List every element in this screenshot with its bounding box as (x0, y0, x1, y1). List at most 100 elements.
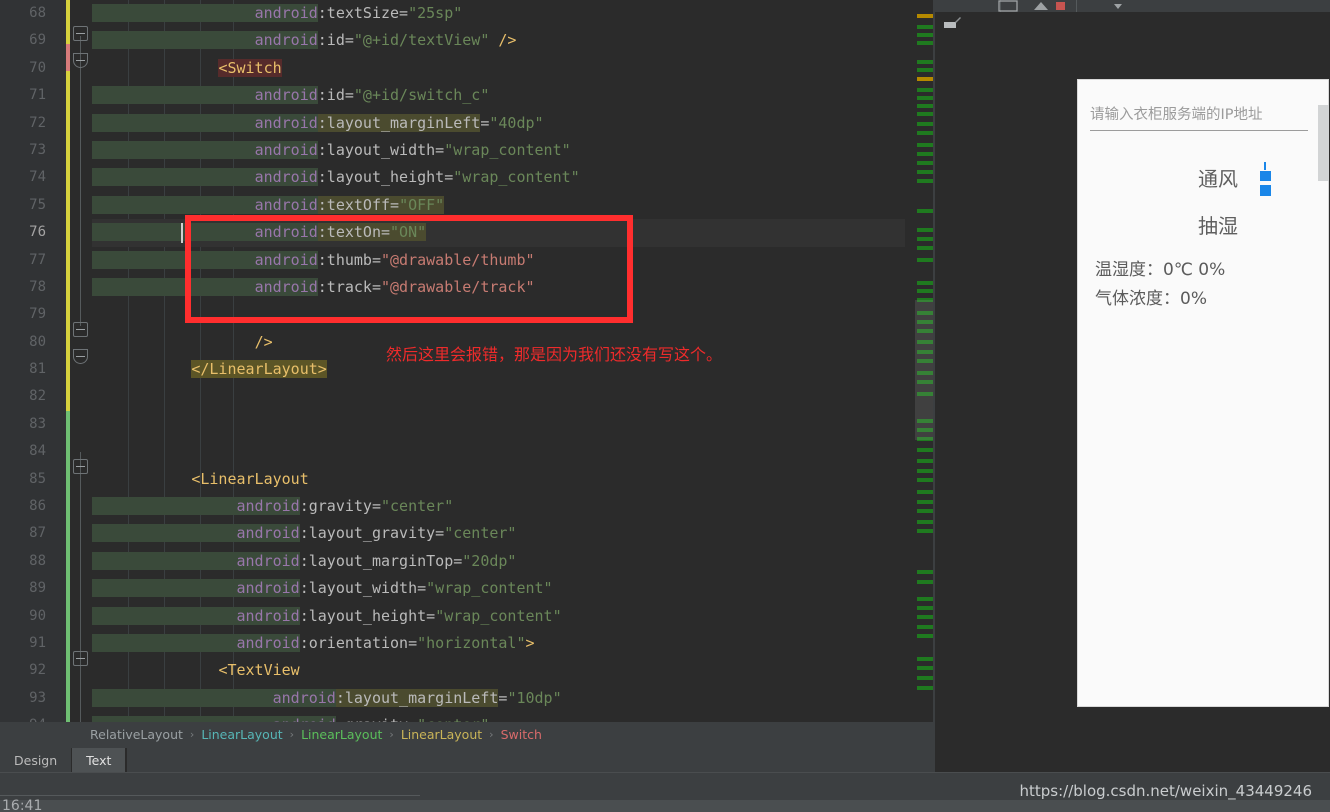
editor-scrollbar-thumb[interactable] (915, 300, 935, 440)
line-number: 68 (0, 0, 56, 27)
line-number: 82 (0, 383, 56, 410)
line-number: 87 (0, 520, 56, 547)
tab-design[interactable]: Design (0, 748, 72, 772)
code-line: android:layout_height="wrap_content" (92, 603, 905, 630)
breadcrumb-item[interactable]: LinearLayout (401, 727, 482, 742)
breadcrumb-item[interactable]: LinearLayout (301, 727, 382, 742)
code-line (92, 438, 905, 465)
code-line: android:orientation="horizontal"> (92, 630, 905, 657)
line-number: 81 (0, 356, 56, 383)
line-number: 83 (0, 411, 56, 438)
switch-thumb-upper (1260, 171, 1271, 181)
fold-marker-69[interactable] (73, 26, 88, 41)
line-number: 78 (0, 274, 56, 301)
breadcrumb-separator: › (389, 728, 393, 741)
editor-mode-tabs[interactable]: DesignText (0, 748, 935, 772)
breadcrumb-separator: › (489, 728, 493, 741)
tab-text[interactable]: Text (72, 748, 126, 772)
code-line: android:layout_marginLeft="10dp" (92, 685, 905, 712)
breadcrumb-separator: › (190, 728, 194, 741)
line-number: 76 (0, 219, 56, 246)
ip-address-input[interactable]: 请输入衣柜服务端的IP地址 (1090, 103, 1308, 131)
line-number: 74 (0, 164, 56, 191)
line-number: 77 (0, 247, 56, 274)
fold-marker-92[interactable] (73, 651, 88, 666)
dehumidify-label: 抽湿 (1078, 210, 1328, 239)
clock: 16:41 (2, 798, 42, 812)
line-number: 92 (0, 657, 56, 684)
fold-marker-81[interactable] (73, 349, 88, 364)
line-number: 94 (0, 712, 56, 722)
line-number: 84 (0, 438, 56, 465)
gas-concentration-readout: 气体浓度：0% (1095, 284, 1207, 309)
line-number: 90 (0, 603, 56, 630)
code-line: android:id="@+id/textView" /> (92, 27, 905, 54)
code-line-current: android:textOn="ON" (92, 219, 905, 246)
line-number: 75 (0, 192, 56, 219)
minimap-error-stripe[interactable] (905, 0, 935, 722)
code-line (92, 301, 905, 328)
run-icon[interactable] (1030, 0, 1052, 12)
preview-tool-icon[interactable] (941, 15, 963, 33)
line-number: 69 (0, 27, 56, 54)
ventilation-switch[interactable] (1260, 162, 1272, 192)
code-line: android:layout_marginTop="20dp" (92, 548, 905, 575)
line-number-column: 6869707172737475767778798081828384858687… (0, 0, 56, 722)
switch-thumb-lower (1260, 185, 1271, 196)
code-line: android:gravity="center" (92, 712, 905, 722)
code-line: <LinearLayout (92, 466, 905, 493)
code-line: android:id="@+id/switch_c" (92, 82, 905, 109)
ventilation-label: 通风 (1198, 163, 1238, 192)
line-number: 89 (0, 575, 56, 602)
chevron-down-icon[interactable] (1108, 0, 1128, 12)
window-icon[interactable] (996, 0, 1020, 12)
code-line: android:layout_height="wrap_content" (92, 164, 905, 191)
fold-marker-70[interactable] (73, 53, 88, 68)
code-editor[interactable]: 6869707172737475767778798081828384858687… (0, 0, 935, 722)
temp-humidity-readout: 温湿度：0℃ 0% (1095, 255, 1225, 280)
code-line (92, 383, 905, 410)
code-line: <Switch (92, 55, 905, 82)
line-number: 93 (0, 685, 56, 712)
line-number: 70 (0, 55, 56, 82)
code-line: android:layout_width="wrap_content" (92, 575, 905, 602)
code-line: <TextView (92, 657, 905, 684)
code-line: android:thumb="@drawable/thumb" (92, 247, 905, 274)
line-number: 91 (0, 630, 56, 657)
tabbar-filler (126, 748, 935, 772)
stop-icon[interactable] (1050, 0, 1072, 12)
line-number: 80 (0, 329, 56, 356)
line-number: 86 (0, 493, 56, 520)
status-bar-rule (0, 795, 420, 796)
line-number: 72 (0, 110, 56, 137)
breadcrumb-separator: › (290, 728, 294, 741)
line-number: 85 (0, 466, 56, 493)
breadcrumb-item[interactable]: RelativeLayout (90, 727, 183, 742)
code-line: android:layout_marginLeft="40dp" (92, 110, 905, 137)
line-number: 79 (0, 301, 56, 328)
screen-root: 6869707172737475767778798081828384858687… (0, 0, 1330, 812)
switch-track (1264, 162, 1266, 170)
line-number: 73 (0, 137, 56, 164)
breadcrumb-item[interactable]: Switch (501, 727, 542, 742)
line-number: 88 (0, 548, 56, 575)
fold-marker-85[interactable] (73, 459, 88, 474)
breadcrumb-item[interactable]: LinearLayout (201, 727, 282, 742)
ventilation-row: 通风 (1078, 162, 1328, 192)
code-line: android:track="@drawable/track" (92, 274, 905, 301)
layout-preview-pane[interactable]: 请输入衣柜服务端的IP地址 通风 抽湿 温湿度：0℃ 0% 气体浓度：0% (935, 12, 1330, 772)
code-line (92, 411, 905, 438)
code-line: android:gravity="center" (92, 493, 905, 520)
code-line: android:textSize="25sp" (92, 0, 905, 27)
line-number: 71 (0, 82, 56, 109)
code-folding-column[interactable] (70, 0, 92, 722)
phone-preview-surface[interactable]: 请输入衣柜服务端的IP地址 通风 抽湿 温湿度：0℃ 0% 气体浓度：0% (1078, 80, 1328, 706)
taskbar-strip (0, 800, 1330, 812)
code-line: android:layout_gravity="center" (92, 520, 905, 547)
watermark-url: https://blog.csdn.net/weixin_43449246 (1019, 782, 1312, 800)
breadcrumb[interactable]: RelativeLayout › LinearLayout › LinearLayout… (0, 722, 935, 746)
preview-scrollbar-thumb[interactable] (1318, 105, 1329, 181)
fold-marker-80[interactable] (73, 322, 88, 337)
annotation-note-text: 然后这里会报错，那是因为我们还没有写这个。 (386, 341, 722, 365)
code-line: android:layout_width="wrap_content" (92, 137, 905, 164)
